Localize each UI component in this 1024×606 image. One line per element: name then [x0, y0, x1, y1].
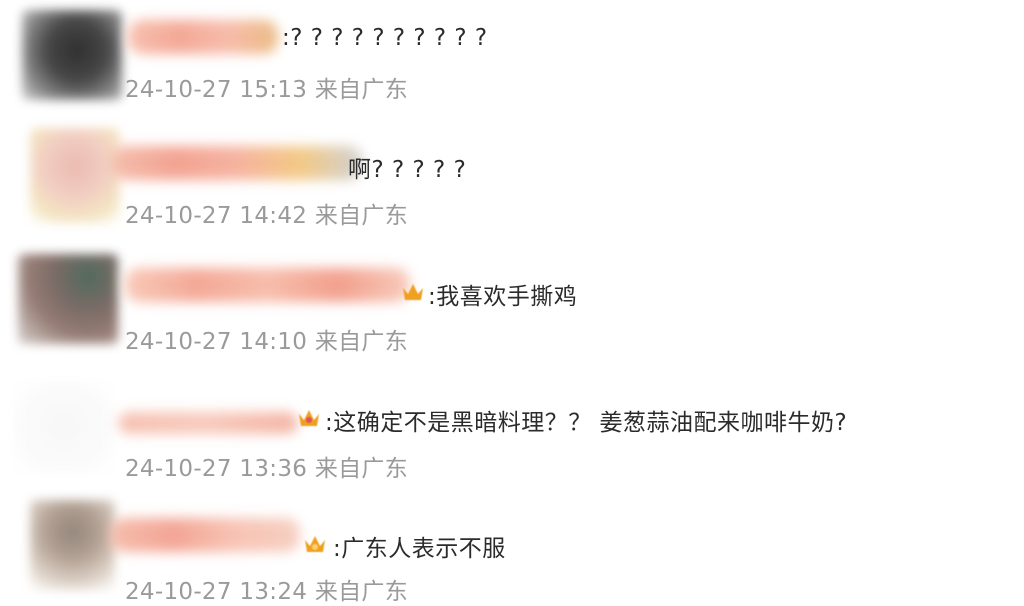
comment-time: 24-10-27 13:36	[125, 456, 308, 482]
username-redacted[interactable]	[125, 268, 410, 302]
username-redacted[interactable]	[118, 412, 298, 434]
vip-crown-badge-icon	[400, 280, 426, 304]
comment-item: :广东人表示不服 24-10-27 13:24 来自广东	[0, 0, 1024, 605]
comment-time: 24-10-27 14:10	[125, 329, 308, 355]
comment-text: :我喜欢手撕鸡	[428, 284, 578, 310]
comment-time: 24-10-27 13:24	[125, 579, 308, 605]
comment-timestamp: 24-10-27 13:24 来自广东	[125, 572, 408, 606]
comment-time: 24-10-27 14:42	[125, 203, 308, 229]
comment-location: 来自广东	[314, 456, 409, 482]
username-redacted[interactable]	[110, 518, 300, 552]
comment-timestamp: 24-10-27 14:10 来自广东	[125, 322, 408, 356]
avatar[interactable]	[30, 128, 120, 223]
vip-crown-badge-icon	[302, 532, 328, 556]
comment-location: 来自广东	[314, 203, 409, 229]
username-redacted[interactable]	[112, 146, 362, 180]
avatar[interactable]	[18, 254, 118, 344]
comment-location: 来自广东	[314, 329, 409, 355]
avatar[interactable]	[30, 500, 115, 590]
comment-text: :广东人表示不服	[333, 536, 506, 562]
comment-text: :这确定不是黑暗料理？？ 姜葱蒜油配来咖啡牛奶?	[325, 410, 848, 436]
comment-location: 来自广东	[314, 579, 409, 605]
comment-text: 啊? ? ? ? ?	[348, 157, 467, 183]
avatar[interactable]	[14, 382, 114, 472]
comment-timestamp: 24-10-27 14:42 来自广东	[125, 196, 408, 230]
comment-timestamp: 24-10-27 13:36 来自广东	[125, 449, 408, 483]
vip-crown-badge-icon	[296, 406, 322, 430]
